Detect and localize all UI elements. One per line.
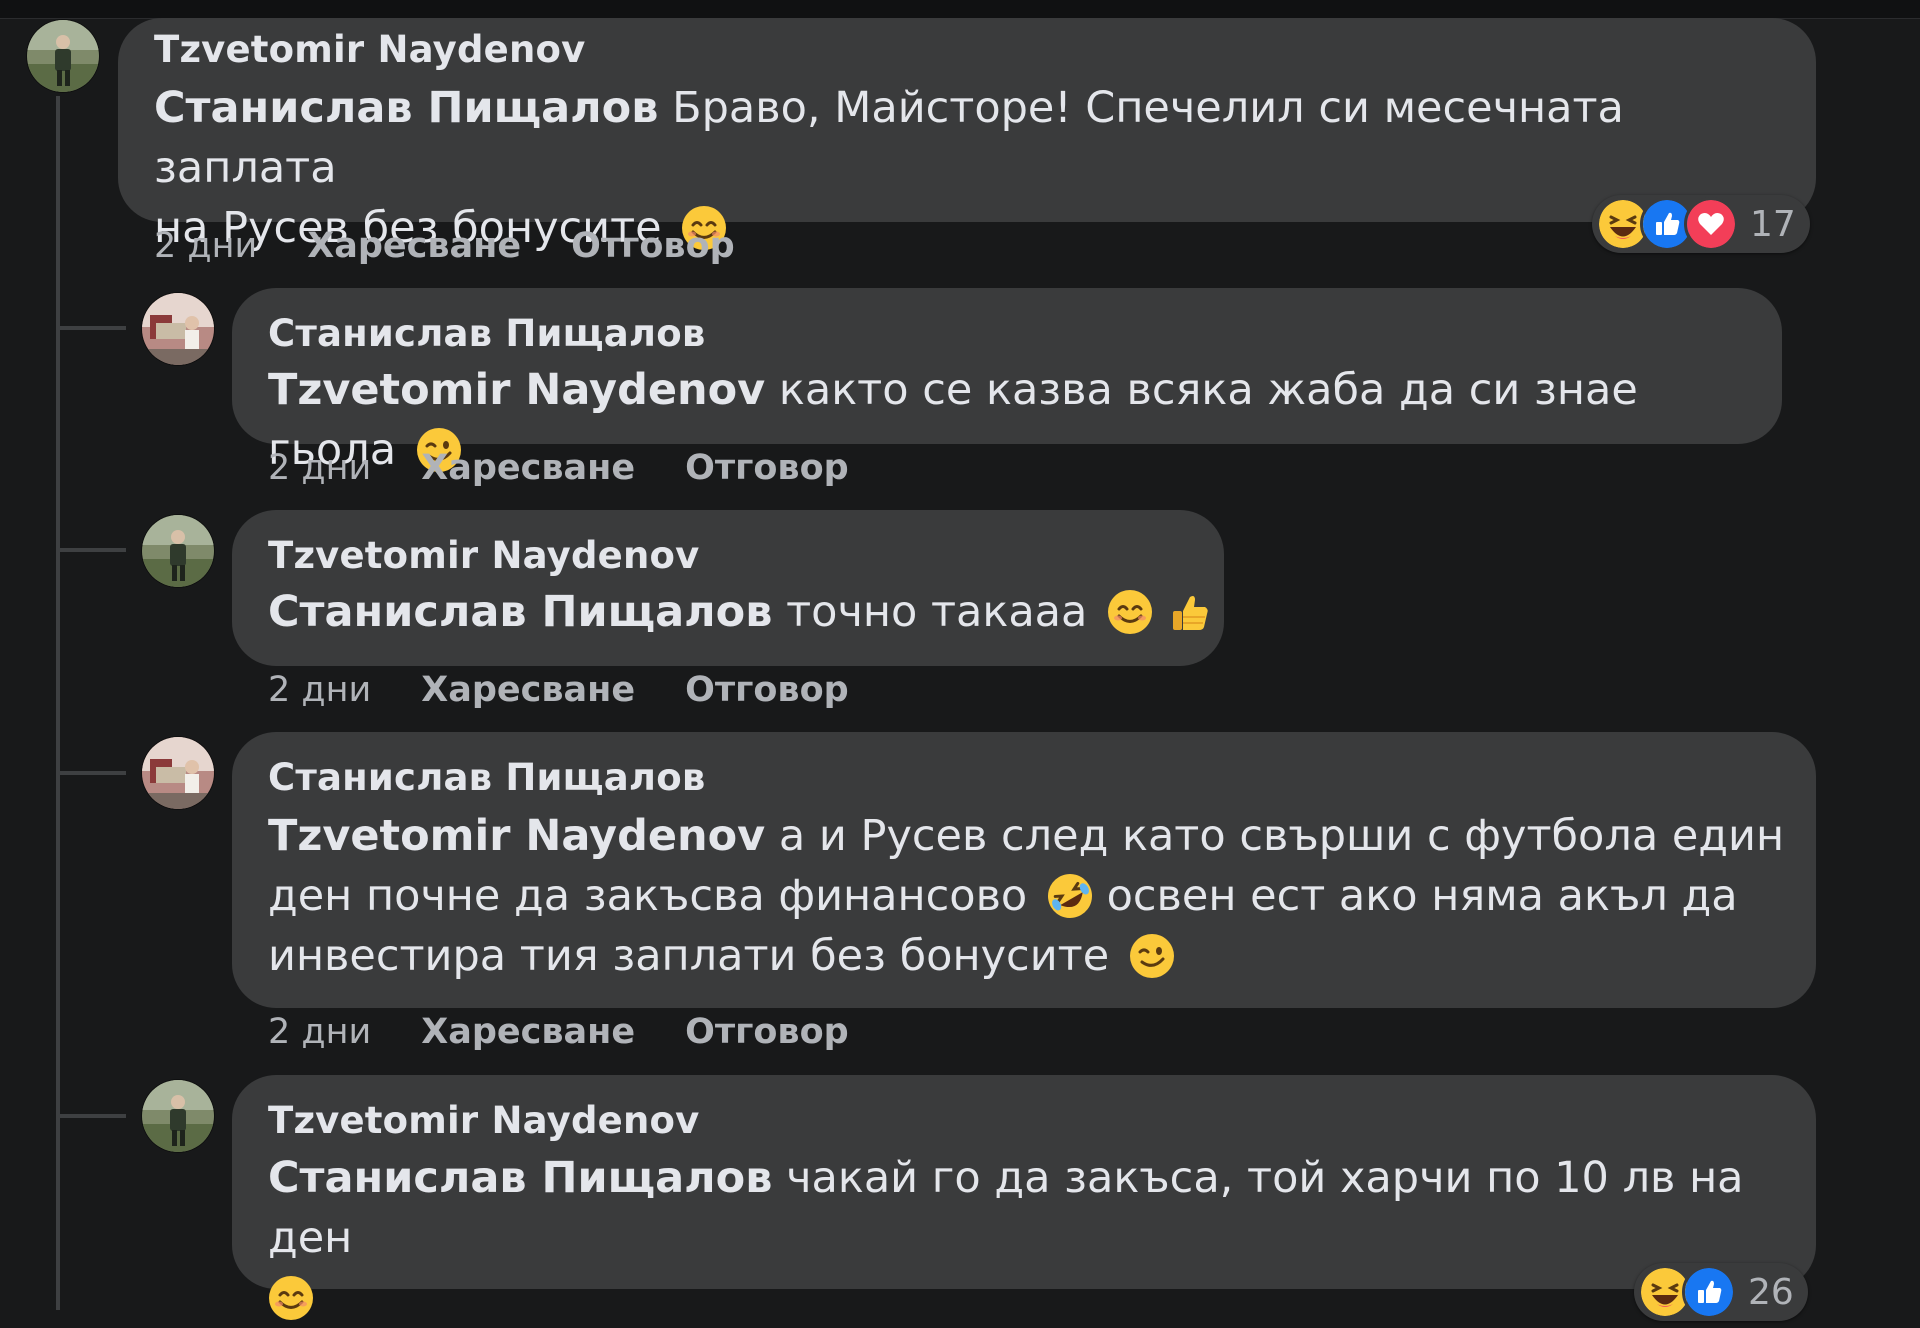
reply-author[interactable]: Tzvetomir Naydenov (268, 534, 699, 577)
comment-actions: 2 дни Харесване Отговор (154, 226, 785, 266)
like-button[interactable]: Харесване (421, 670, 635, 710)
reply-author[interactable]: Станислав Пищалов (268, 756, 705, 799)
reaction-count: 26 (1748, 1271, 1794, 1313)
reply-time[interactable]: 2 дни (268, 1012, 371, 1052)
like-button[interactable]: Харесване (421, 448, 635, 488)
like-button[interactable]: Харесване (307, 226, 521, 266)
thread-line-branch (56, 548, 126, 552)
reply-time[interactable]: 2 дни (268, 670, 371, 710)
reply-actions: 2 дни Харесване Отговор (268, 670, 899, 710)
reply-button[interactable]: Отговор (685, 448, 849, 488)
reply-text-line: ден почне да закъсва финансово (268, 871, 1028, 921)
reply-actions: 2 дни Харесване Отговор (268, 448, 899, 488)
comment-author[interactable]: Tzvetomir Naydenov (154, 28, 585, 71)
reply-text: Станислав Пищалов чакай го да закъса, то… (268, 1148, 1808, 1328)
smile-emoji-icon (268, 1275, 314, 1321)
love-icon (1684, 197, 1738, 251)
reply-text-line: точно такааа (786, 587, 1088, 637)
reply-text: Tzvetomir Naydenov а и Русев след като с… (268, 806, 1808, 986)
reply-text-line: освен ест ако няма акъл да (1106, 871, 1738, 921)
reaction-summary[interactable]: 17 (1592, 195, 1810, 253)
reaction-summary[interactable]: 26 (1634, 1263, 1808, 1321)
mention-link[interactable]: Tzvetomir Naydenov (268, 365, 765, 415)
reply-text: Станислав Пищалов точно такааа (268, 582, 1218, 642)
avatar[interactable] (27, 20, 99, 92)
like-icon (1682, 1265, 1736, 1319)
avatar[interactable] (142, 515, 214, 587)
avatar[interactable] (142, 293, 214, 365)
thumbs-up-emoji-icon (1167, 589, 1213, 635)
mention-link[interactable]: Станислав Пищалов (268, 1153, 772, 1203)
reply-button[interactable]: Отговор (685, 670, 849, 710)
thread-line-branch (56, 1114, 126, 1118)
thread-line (56, 96, 60, 1310)
reply-text-line: а и Русев след като свърши с футбола еди… (778, 811, 1785, 861)
smile-emoji-icon (1107, 589, 1153, 635)
reply-button[interactable]: Отговор (685, 1012, 849, 1052)
reply-button[interactable]: Отговор (571, 226, 735, 266)
reply-time[interactable]: 2 дни (268, 448, 371, 488)
avatar[interactable] (142, 1080, 214, 1152)
reply-text-line: инвестира тия заплати без бонусите (268, 931, 1110, 981)
mention-link[interactable]: Станислав Пищалов (154, 83, 658, 133)
rofl-emoji-icon (1047, 873, 1093, 919)
like-button[interactable]: Харесване (421, 1012, 635, 1052)
reaction-count: 17 (1750, 203, 1796, 245)
wink-emoji-icon (1129, 933, 1175, 979)
thread-line-branch (56, 326, 126, 330)
mention-link[interactable]: Tzvetomir Naydenov (268, 811, 765, 861)
comment-time[interactable]: 2 дни (154, 226, 257, 266)
reply-author[interactable]: Tzvetomir Naydenov (268, 1099, 699, 1142)
reply-author[interactable]: Станислав Пищалов (268, 312, 705, 355)
avatar[interactable] (142, 737, 214, 809)
top-strip (0, 0, 1920, 19)
mention-link[interactable]: Станислав Пищалов (268, 587, 772, 637)
thread-line-branch (56, 771, 126, 775)
reply-actions: 2 дни Харесване Отговор (268, 1012, 899, 1052)
